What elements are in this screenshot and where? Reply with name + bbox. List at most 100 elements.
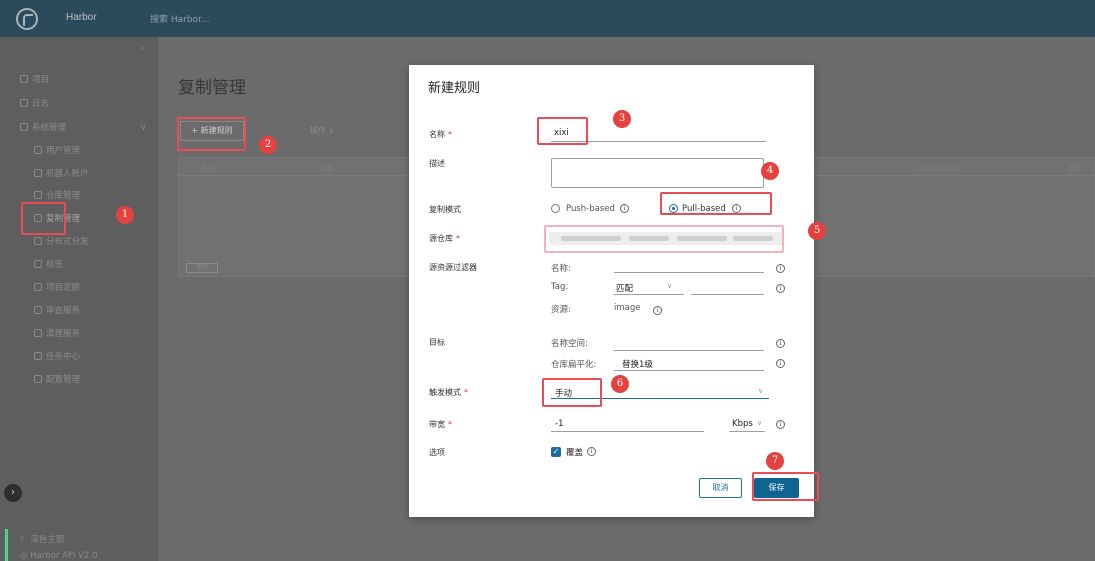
column-header-trigger[interactable]: 触发 [1069, 163, 1083, 173]
new-rule-dialog: 新建规则 名称 * xixi 描述 复制模式 Push-based i Pull-… [409, 65, 814, 517]
chevron-down-icon[interactable]: ∨ [667, 282, 672, 290]
config-icon [34, 375, 42, 383]
quota-icon [34, 283, 42, 291]
required-mark: * [448, 130, 452, 139]
filter-tag-input[interactable] [691, 294, 764, 295]
highlight-new-rule [177, 117, 246, 151]
cancel-button[interactable]: 取消 [699, 478, 742, 498]
top-header: Harbor 搜索 Harbor... [0, 0, 1095, 37]
chevron-down-icon[interactable]: ∨ [757, 419, 762, 427]
required-mark: * [464, 388, 468, 397]
sidebar-item-distribution[interactable]: 分布式分发 [34, 235, 89, 251]
info-icon[interactable]: i [776, 284, 785, 293]
filter-tag-label: Tag: [551, 282, 569, 292]
mode-label: 复制模式 [429, 205, 461, 214]
chevron-down-icon[interactable]: ∨ [758, 387, 763, 395]
highlight-name [537, 117, 588, 145]
override-label[interactable]: 覆盖 [566, 446, 583, 458]
dark-theme-toggle[interactable]: ☾ 深色主题 [20, 533, 64, 545]
flatten-underline [614, 370, 764, 371]
namespace-input[interactable] [614, 350, 764, 351]
sidebar-item-config[interactable]: 配置管理 [34, 373, 80, 389]
info-icon[interactable]: i [776, 264, 785, 273]
column-header-target[interactable]: 目标仓库地址 [917, 163, 959, 173]
target-label: 目标 [429, 338, 445, 347]
column-header-name[interactable]: 名称 [201, 163, 215, 173]
moon-icon: ☾ [20, 535, 31, 545]
source-filter-label: 源资源过滤器 [429, 263, 477, 272]
sidebar-item-admin[interactable]: 系统管理 [20, 121, 66, 137]
job-icon [34, 352, 42, 360]
highlight-save [752, 472, 819, 501]
registry-icon [34, 191, 42, 199]
scan-icon [34, 306, 42, 314]
info-icon[interactable]: i [776, 420, 785, 429]
filter-name-label: 名称: [551, 264, 571, 274]
sidebar-item-quotas[interactable]: 项目定额 [34, 281, 80, 297]
annotation-badge-5: 5 [808, 222, 826, 240]
highlight-trigger [542, 378, 602, 407]
bandwidth-unit-select[interactable]: Kbps [732, 419, 753, 429]
page-title: 复制管理 [178, 78, 246, 98]
override-checkbox[interactable]: ✓ [551, 447, 561, 457]
flatten-label: 仓库扁平化: [551, 360, 597, 370]
filter-resource-value: image [614, 303, 641, 313]
namespace-label: 名称空间: [551, 339, 588, 349]
push-based-label[interactable]: Push-based [566, 204, 615, 214]
admin-icon [20, 123, 28, 131]
bandwidth-underline [551, 431, 704, 432]
annotation-badge-2: 2 [259, 136, 277, 154]
api-link[interactable]: ◎ Harbor API V2.0 [20, 551, 98, 561]
bandwidth-input[interactable]: -1 [555, 419, 563, 429]
flatten-select[interactable]: 替换1级 [622, 358, 653, 370]
trigger-label: 触发模式 * [429, 388, 468, 397]
sidebar: « 项目 日志 系统管理 ∨ 用户管理 机器人账户 仓库管理 复制管理 分布式分… [0, 37, 158, 561]
highlight-pull-based [660, 192, 772, 215]
collapse-sidebar-icon[interactable]: « [140, 43, 146, 54]
sidebar-item-users[interactable]: 用户管理 [34, 144, 80, 160]
annotation-badge-7: 7 [766, 452, 784, 470]
label-icon [34, 260, 42, 268]
distribution-icon [34, 237, 42, 245]
sidebar-item-labels[interactable]: 标签 [34, 258, 63, 274]
log-icon [20, 99, 28, 107]
source-registry-label: 源仓库 * [429, 234, 460, 243]
highlight-source-registry [544, 225, 784, 253]
info-icon[interactable]: i [620, 204, 629, 213]
dialog-title: 新建规则 [428, 81, 481, 96]
info-icon[interactable]: i [653, 306, 662, 315]
filter-name-input[interactable] [614, 272, 764, 273]
annotation-badge-6: 6 [611, 375, 629, 393]
sidebar-item-gc[interactable]: 清理服务 [34, 327, 80, 343]
info-icon[interactable]: i [776, 339, 785, 348]
robot-icon [34, 169, 42, 177]
filter-tag-match-select[interactable]: 匹配 [616, 282, 633, 294]
harbor-logo-icon[interactable] [16, 8, 38, 30]
description-label: 描述 [429, 159, 445, 168]
app-name[interactable]: Harbor [66, 12, 97, 23]
expand-sidebar-icon[interactable]: › [4, 484, 22, 502]
accent-bar [5, 529, 8, 561]
push-based-radio[interactable] [551, 204, 560, 213]
sidebar-item-scanners[interactable]: 审查服务 [34, 304, 80, 320]
sidebar-item-projects[interactable]: 项目 [20, 73, 49, 89]
chevron-down-icon[interactable]: ∨ [140, 123, 147, 133]
sidebar-item-logs[interactable]: 日志 [20, 97, 49, 113]
column-header-status[interactable]: 状态 [319, 163, 333, 173]
annotation-badge-1: 1 [116, 206, 134, 224]
description-textarea[interactable] [551, 158, 764, 188]
filter-tag-match-underline [614, 294, 684, 295]
annotation-badge-3: 3 [613, 110, 631, 128]
bandwidth-unit-underline [729, 431, 765, 432]
sidebar-item-jobs[interactable]: 任务中心 [34, 350, 80, 366]
actions-button[interactable]: 操作 ∨ [310, 125, 334, 136]
table-footer-button[interactable]: 复制 [186, 263, 218, 273]
info-icon[interactable]: i [587, 447, 596, 456]
global-search-input[interactable]: 搜索 Harbor... [150, 12, 210, 25]
annotation-badge-4: 4 [761, 162, 779, 180]
user-icon [34, 146, 42, 154]
filter-resource-label: 资源: [551, 305, 571, 315]
info-icon[interactable]: i [776, 359, 785, 368]
api-icon: ◎ [20, 551, 31, 561]
sidebar-item-robots[interactable]: 机器人账户 [34, 167, 89, 183]
